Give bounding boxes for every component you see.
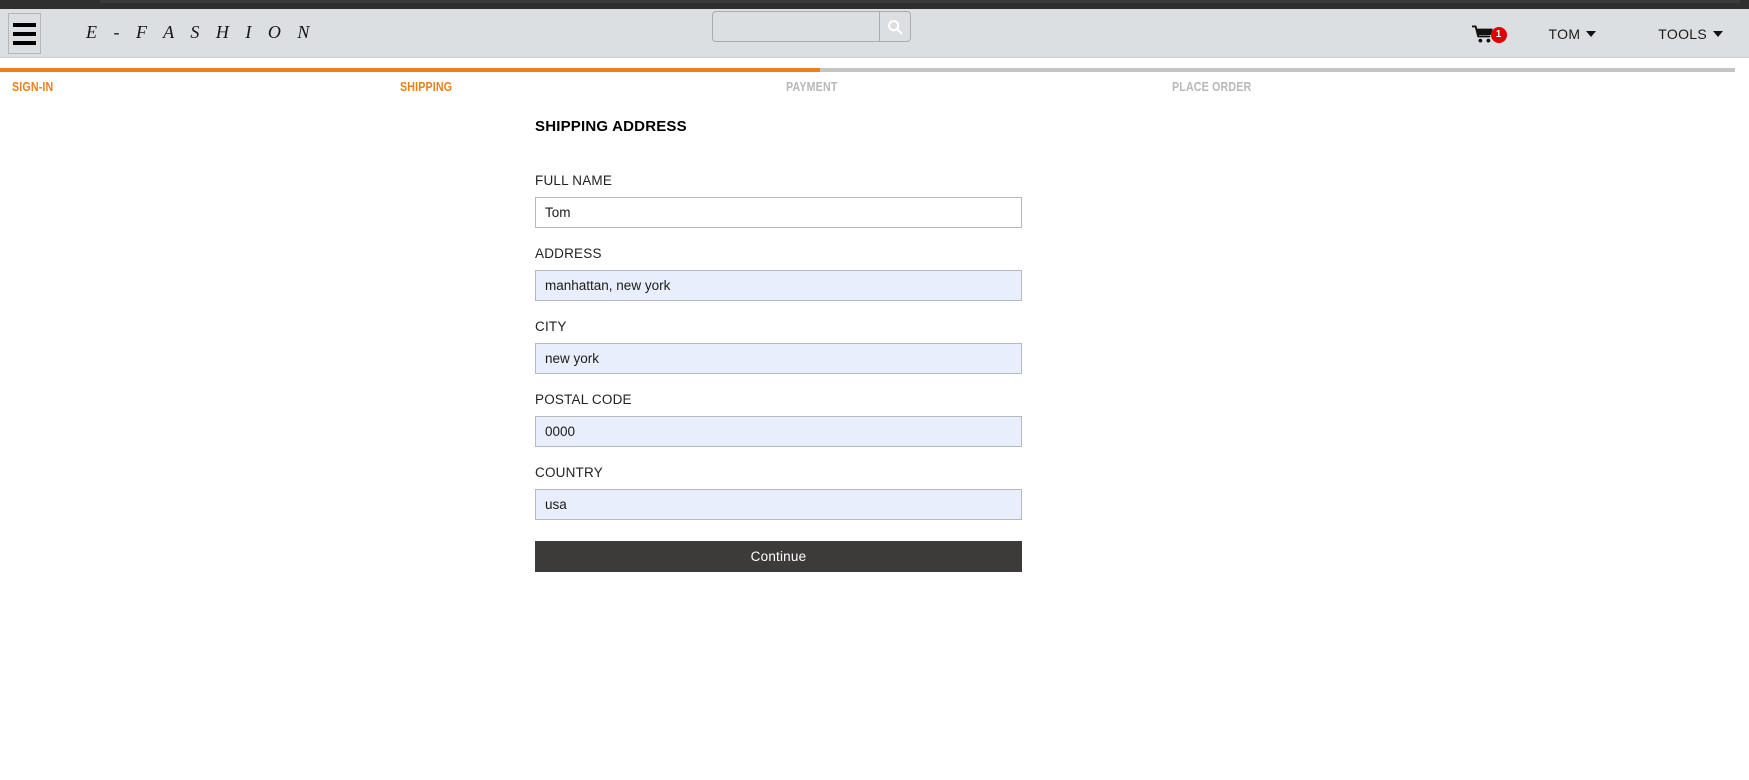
- cart-button[interactable]: 1: [1471, 24, 1507, 43]
- checkout-step-place-order: PLACE ORDER: [1172, 79, 1252, 94]
- form-title: SHIPPING ADDRESS: [535, 118, 687, 135]
- continue-button[interactable]: Continue: [535, 541, 1022, 572]
- search-icon: [888, 19, 903, 34]
- city-label: CITY: [535, 319, 567, 334]
- tools-menu-label: TOOLS: [1658, 25, 1707, 42]
- checkout-step-shipping[interactable]: SHIPPING: [400, 79, 452, 94]
- tools-menu[interactable]: TOOLS: [1658, 26, 1723, 42]
- checkout-step-payment: PAYMENT: [786, 79, 838, 94]
- browser-chrome-strip: [0, 0, 1749, 9]
- address-input[interactable]: [535, 270, 1022, 301]
- address-label: ADDRESS: [535, 246, 602, 261]
- full-name-input[interactable]: [535, 197, 1022, 228]
- account-menu-label: TOM: [1548, 25, 1581, 42]
- shipping-address-form: SHIPPING ADDRESS FULL NAME ADDRESS CITY …: [535, 118, 1022, 572]
- full-name-label: FULL NAME: [535, 173, 613, 188]
- site-logo[interactable]: E - F A S H I O N: [86, 22, 315, 43]
- hamburger-menu-icon[interactable]: [8, 13, 41, 54]
- postal-code-input[interactable]: [535, 416, 1022, 447]
- cart-count-badge: 1: [1490, 27, 1507, 43]
- checkout-progress-fill: [0, 68, 820, 72]
- site-header: E - F A S H I O N 1 TOM TOOLS: [0, 9, 1749, 58]
- city-input[interactable]: [535, 343, 1022, 374]
- header-actions: 1 TOM TOOLS: [1471, 9, 1749, 58]
- search-input[interactable]: [712, 11, 880, 42]
- hamburger-bar: [13, 40, 36, 45]
- account-menu[interactable]: TOM: [1549, 26, 1597, 42]
- hamburger-bar: [13, 31, 36, 36]
- country-input[interactable]: [535, 489, 1022, 520]
- hamburger-bar: [13, 22, 36, 27]
- caret-down-icon: [1713, 30, 1723, 37]
- caret-down-icon: [1586, 30, 1597, 37]
- checkout-steps: SIGN-IN SHIPPING PAYMENT PLACE ORDER: [0, 58, 1749, 103]
- checkout-step-sign-in[interactable]: SIGN-IN: [12, 79, 53, 94]
- chrome-tab-strip: [100, 0, 1740, 3]
- search-button[interactable]: [880, 11, 911, 42]
- search-bar: [712, 11, 911, 42]
- postal-code-label: POSTAL CODE: [535, 392, 632, 407]
- country-label: COUNTRY: [535, 465, 603, 480]
